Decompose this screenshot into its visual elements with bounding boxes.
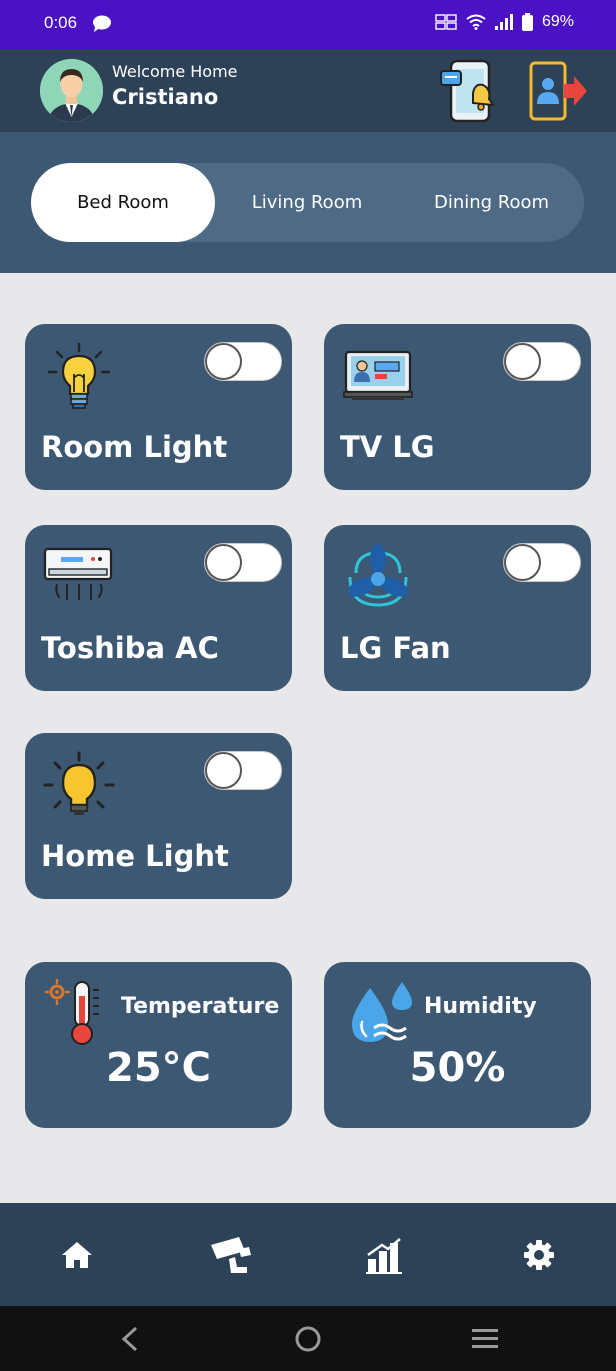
device-name: Toshiba AC [41, 631, 219, 665]
temperature-value: 25°C [105, 1045, 212, 1091]
nav-camera-button[interactable] [209, 1233, 253, 1277]
bottom-nav [0, 1203, 616, 1306]
user-avatar-icon [40, 59, 103, 122]
tab-bed-room[interactable]: Bed Room [31, 163, 215, 242]
toggle-switch[interactable] [204, 751, 282, 790]
light-icon [43, 751, 115, 815]
toggle-switch[interactable] [204, 543, 282, 582]
notifications-button[interactable] [437, 57, 503, 125]
device-card-lg-fan[interactable]: LG Fan [324, 525, 591, 691]
thermometer-icon [45, 978, 99, 1045]
device-card-toshiba-ac[interactable]: Toshiba AC [25, 525, 292, 691]
wifi-icon [466, 14, 486, 30]
app-header: Welcome Home Cristiano [0, 49, 616, 132]
home-circle-icon[interactable] [292, 1324, 324, 1354]
device-name: LG Fan [340, 631, 451, 665]
logout-icon [529, 61, 587, 121]
room-tabs-area: Bed Room Living Room Dining Room [0, 132, 616, 273]
ac-icon [43, 547, 113, 600]
device-card-home-light[interactable]: Home Light [25, 733, 292, 899]
toggle-switch[interactable] [503, 342, 581, 381]
bulb-icon [47, 342, 111, 409]
device-name: Room Light [41, 430, 228, 464]
user-name: Cristiano [112, 85, 219, 109]
battery-icon [521, 13, 533, 31]
device-card-tv-lg[interactable]: TV LG [324, 324, 591, 490]
water-drop-icon [352, 982, 412, 1042]
signal-icon [494, 14, 513, 30]
tab-dining-room[interactable]: Dining Room [399, 163, 584, 242]
toggle-switch[interactable] [503, 543, 581, 582]
nav-home-button[interactable] [55, 1233, 99, 1277]
device-name: TV LG [340, 430, 435, 464]
phone-notification-icon [440, 59, 496, 123]
settings-icon [524, 1240, 554, 1270]
battery-percent: 69% [541, 13, 574, 30]
device-card-room-light[interactable]: Room Light [25, 324, 292, 490]
tv-icon [343, 350, 413, 400]
chart-icon [366, 1238, 402, 1274]
device-name: Home Light [41, 839, 229, 873]
avatar[interactable] [40, 59, 103, 122]
humidity-card: Humidity 50% [324, 962, 591, 1128]
nav-stats-button[interactable] [362, 1233, 406, 1277]
chat-notification-icon [93, 15, 111, 32]
system-nav-bar [0, 1306, 616, 1371]
logout-button[interactable] [528, 60, 590, 122]
home-icon [62, 1242, 92, 1268]
toggle-switch[interactable] [204, 342, 282, 381]
tab-living-room[interactable]: Living Room [215, 163, 399, 242]
back-icon[interactable] [114, 1324, 146, 1354]
humidity-title: Humidity [424, 994, 537, 1019]
temperature-card: Temperature 25°C [25, 962, 292, 1128]
cctv-icon [211, 1237, 251, 1273]
fan-icon [347, 544, 409, 607]
welcome-text: Welcome Home [112, 62, 238, 81]
recents-icon[interactable] [469, 1324, 501, 1354]
status-icons: 69% [435, 13, 574, 31]
humidity-value: 50% [409, 1045, 506, 1091]
status-time: 0:06 [44, 13, 78, 32]
volte-icon [435, 14, 457, 30]
nav-settings-button[interactable] [517, 1233, 561, 1277]
status-bar: 0:06 69% [0, 0, 616, 49]
temperature-title: Temperature [121, 994, 280, 1019]
